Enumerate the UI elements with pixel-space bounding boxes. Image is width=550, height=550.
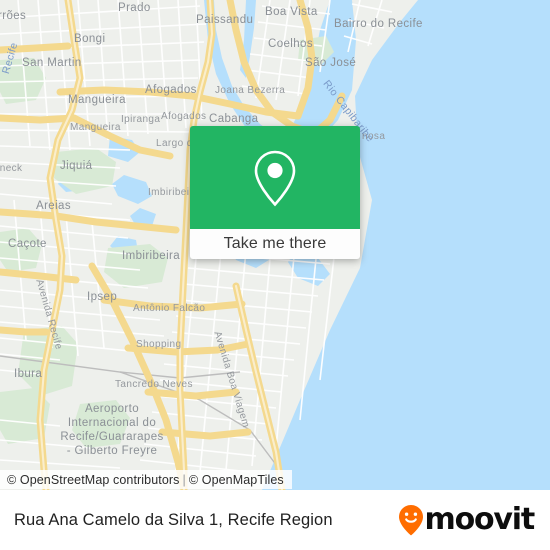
attribution-separator: | xyxy=(182,472,186,487)
attribution-tiles[interactable]: © OpenMapTiles xyxy=(189,473,284,487)
moovit-map-screenshot: Prado Paissandu Boa Vista Bairro do Recife r… xyxy=(0,0,550,550)
callout-button[interactable]: Take me there xyxy=(190,229,360,259)
moovit-logo[interactable]: moovit xyxy=(398,502,536,537)
callout-button-label: Take me there xyxy=(223,235,327,252)
footer-bar: Rua Ana Camelo da Silva 1, Recife Region… xyxy=(0,490,550,550)
location-title: Rua Ana Camelo da Silva 1, Recife Region xyxy=(14,510,333,529)
map-pin-icon xyxy=(254,150,296,206)
attribution-osm[interactable]: © OpenStreetMap contributors xyxy=(7,473,180,487)
map-attribution: © OpenStreetMap contributors | © OpenMap… xyxy=(0,470,292,489)
moovit-wordmark: moovit xyxy=(424,502,536,537)
moovit-smiley-pin-icon xyxy=(398,505,423,536)
take-me-there-callout[interactable]: Take me there xyxy=(190,126,360,259)
callout-icon-area xyxy=(190,126,360,229)
map-canvas[interactable]: Prado Paissandu Boa Vista Bairro do Recife r… xyxy=(0,0,550,490)
